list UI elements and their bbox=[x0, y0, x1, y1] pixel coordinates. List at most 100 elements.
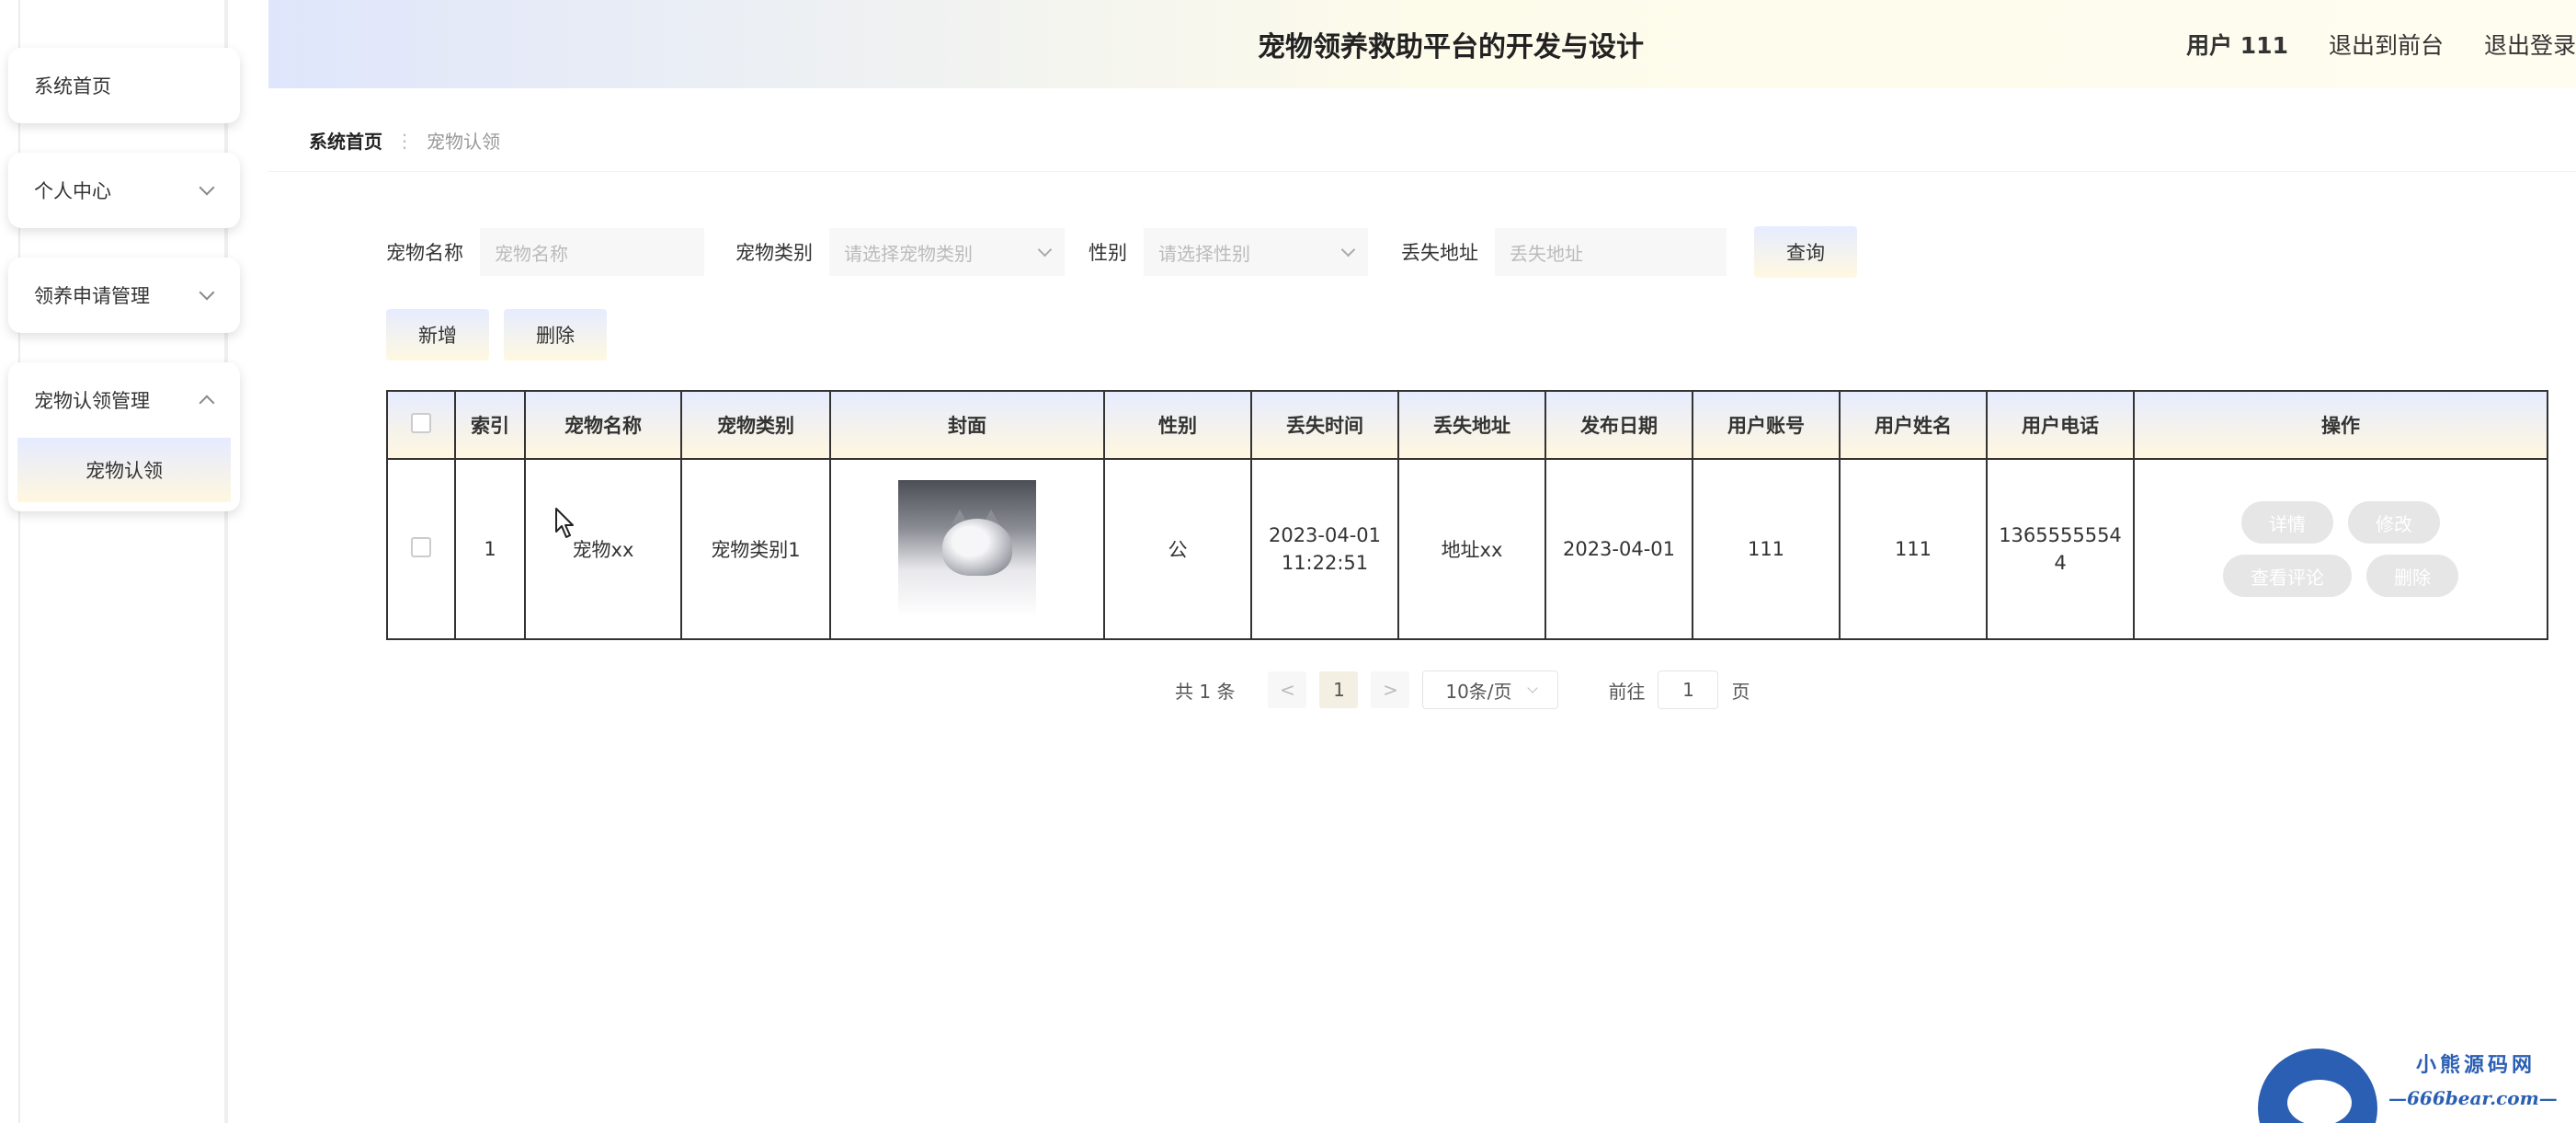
col-lost-addr: 丢失地址 bbox=[1397, 390, 1546, 460]
lost-addr-label: 丢失地址 bbox=[1401, 242, 1478, 264]
pet-name-label: 宠物名称 bbox=[386, 242, 463, 264]
add-button[interactable]: 新增 bbox=[386, 309, 489, 361]
cell-account: 111 bbox=[1692, 458, 1841, 640]
goto-label: 前往 bbox=[1608, 680, 1646, 703]
row-delete-button[interactable]: 删除 bbox=[2366, 555, 2458, 597]
phone-line1: 1365555554 bbox=[1999, 524, 2122, 546]
gender-select[interactable]: 请选择性别 bbox=[1144, 228, 1368, 276]
watermark-text1: 小熊源码网 bbox=[2416, 1053, 2536, 1077]
detail-button[interactable]: 详情 bbox=[2241, 501, 2333, 544]
watermark-logo: 小熊源码网 —666bear.com— bbox=[2258, 1039, 2576, 1123]
select-all-cell[interactable] bbox=[386, 390, 456, 460]
cell-gender: 公 bbox=[1103, 458, 1252, 640]
menu-claim-mgmt-head[interactable]: 宠物认领管理 bbox=[8, 362, 240, 438]
col-phone: 用户电话 bbox=[1986, 390, 2135, 460]
pet-type-label: 宠物类别 bbox=[735, 242, 813, 264]
search-pet-name: 宠物名称 宠物名称 bbox=[386, 226, 704, 278]
cell-lost-time: 2023-04-01 11:22:51 bbox=[1250, 458, 1399, 640]
menu-home-label: 系统首页 bbox=[34, 75, 111, 97]
pet-name-input[interactable]: 宠物名称 bbox=[480, 228, 704, 276]
menu-personal-center-label: 个人中心 bbox=[34, 180, 111, 202]
menu-personal-center-head[interactable]: 个人中心 bbox=[8, 153, 240, 228]
sidebar: 系统首页 个人中心 领养申请管理 宠物认领管理 宠物认领 bbox=[0, 0, 240, 1123]
pagination: 共 1 条 < 1 > 10条/页 前往 页 bbox=[1175, 670, 1750, 710]
table-row: 1 宠物xx 宠物类别1 公 2023-04-01 11:22:51 地址xx … bbox=[386, 458, 2548, 640]
breadcrumb: 系统首页 ⋮ 宠物认领 bbox=[309, 127, 500, 154]
row-select-cell[interactable] bbox=[386, 458, 456, 640]
page-size-select[interactable]: 10条/页 bbox=[1422, 670, 1559, 709]
col-gender: 性别 bbox=[1103, 390, 1252, 460]
col-account: 用户账号 bbox=[1692, 390, 1841, 460]
page-suffix: 页 bbox=[1731, 680, 1750, 703]
query-button[interactable]: 查询 bbox=[1754, 226, 1857, 278]
lost-date: 2023-04-01 bbox=[1268, 524, 1382, 546]
search-lost-addr: 丢失地址 丢失地址 bbox=[1401, 226, 1727, 278]
cell-lost-addr: 地址xx bbox=[1397, 458, 1546, 640]
top-header: 宠物领养救助平台的开发与设计 用户 111 退出到前台 退出登录 bbox=[268, 0, 2576, 88]
breadcrumb-current: 宠物认领 bbox=[427, 131, 500, 153]
cell-user-name: 111 bbox=[1839, 458, 1988, 640]
breadcrumb-home[interactable]: 系统首页 bbox=[309, 127, 382, 154]
watermark-text2: —666bear.com— bbox=[2388, 1087, 2558, 1109]
ops-group: 详情 修改 查看评论 删除 bbox=[2199, 501, 2482, 597]
menu-home-head[interactable]: 系统首页 bbox=[8, 48, 240, 123]
pet-type-select[interactable]: 请选择宠物类别 bbox=[829, 228, 1065, 276]
breadcrumb-divider bbox=[268, 171, 2576, 172]
row-checkbox[interactable] bbox=[411, 536, 431, 557]
next-page-button[interactable]: > bbox=[1371, 671, 1410, 708]
chevron-down-icon bbox=[199, 179, 215, 196]
header-nav: 用户 111 退出到前台 退出登录 bbox=[2186, 28, 2576, 61]
page-1-button[interactable]: 1 bbox=[1319, 671, 1359, 708]
menu-home[interactable]: 系统首页 bbox=[8, 48, 240, 123]
cell-cover bbox=[829, 458, 1105, 640]
delete-button[interactable]: 删除 bbox=[504, 309, 607, 361]
search-pet-type: 宠物类别 请选择宠物类别 bbox=[735, 226, 1065, 278]
claim-table: 索引 宠物名称 宠物类别 封面 性别 丢失时间 丢失地址 发布日期 用户账号 用… bbox=[386, 390, 2548, 640]
chevron-down-icon bbox=[199, 284, 215, 301]
col-lost-time: 丢失时间 bbox=[1250, 390, 1399, 460]
pet-type-placeholder: 请选择宠物类别 bbox=[844, 242, 973, 265]
submenu-pet-claim[interactable]: 宠物认领 bbox=[17, 438, 231, 502]
cell-phone: 1365555554 4 bbox=[1986, 458, 2135, 640]
goto-page-input[interactable] bbox=[1658, 670, 1719, 709]
table-header-row: 索引 宠物名称 宠物类别 封面 性别 丢失时间 丢失地址 发布日期 用户账号 用… bbox=[386, 390, 2548, 460]
col-pet-name: 宠物名称 bbox=[524, 390, 682, 460]
cell-pet-name: 宠物xx bbox=[524, 458, 682, 640]
page-size-value: 10条/页 bbox=[1445, 680, 1512, 703]
bear-logo-icon bbox=[2258, 1049, 2377, 1123]
page-title: 宠物领养救助平台的开发与设计 bbox=[1258, 31, 1644, 63]
cat-photo bbox=[942, 519, 1012, 576]
col-index: 索引 bbox=[454, 390, 526, 460]
gender-placeholder: 请选择性别 bbox=[1158, 242, 1250, 265]
view-comments-button[interactable]: 查看评论 bbox=[2223, 555, 2352, 597]
cover-image[interactable] bbox=[898, 480, 1036, 618]
col-ops: 操作 bbox=[2133, 390, 2548, 460]
prev-page-button[interactable]: < bbox=[1268, 671, 1307, 708]
menu-claim-mgmt[interactable]: 宠物认领管理 宠物认领 bbox=[8, 362, 240, 511]
col-pet-type: 宠物类别 bbox=[680, 390, 831, 460]
menu-adoption-apply-head[interactable]: 领养申请管理 bbox=[8, 258, 240, 333]
phone-line2: 4 bbox=[2054, 552, 2067, 574]
exit-to-front-link[interactable]: 退出到前台 bbox=[2329, 28, 2444, 61]
chevron-down-icon bbox=[1037, 242, 1053, 257]
current-user: 用户 111 bbox=[2186, 32, 2288, 59]
lost-addr-input[interactable]: 丢失地址 bbox=[1495, 228, 1727, 276]
lost-addr-placeholder: 丢失地址 bbox=[1510, 242, 1583, 265]
search-gender: 性别 请选择性别 bbox=[1089, 226, 1368, 278]
logout-link[interactable]: 退出登录 bbox=[2484, 28, 2576, 61]
cell-publish-date: 2023-04-01 bbox=[1544, 458, 1693, 640]
select-all-checkbox[interactable] bbox=[411, 412, 431, 433]
menu-personal-center[interactable]: 个人中心 bbox=[8, 153, 240, 228]
total-count: 共 1 条 bbox=[1175, 680, 1236, 703]
col-cover: 封面 bbox=[829, 390, 1105, 460]
bear-face bbox=[2287, 1080, 2352, 1123]
menu-adoption-apply[interactable]: 领养申请管理 bbox=[8, 258, 240, 333]
pet-name-placeholder: 宠物名称 bbox=[495, 242, 568, 265]
menu-claim-mgmt-label: 宠物认领管理 bbox=[34, 390, 150, 412]
chevron-up-icon bbox=[199, 395, 215, 411]
menu-adoption-apply-label: 领养申请管理 bbox=[34, 285, 150, 307]
edit-button[interactable]: 修改 bbox=[2348, 501, 2440, 544]
col-publish-date: 发布日期 bbox=[1544, 390, 1693, 460]
cell-pet-type: 宠物类别1 bbox=[680, 458, 831, 640]
col-user-name: 用户姓名 bbox=[1839, 390, 1988, 460]
